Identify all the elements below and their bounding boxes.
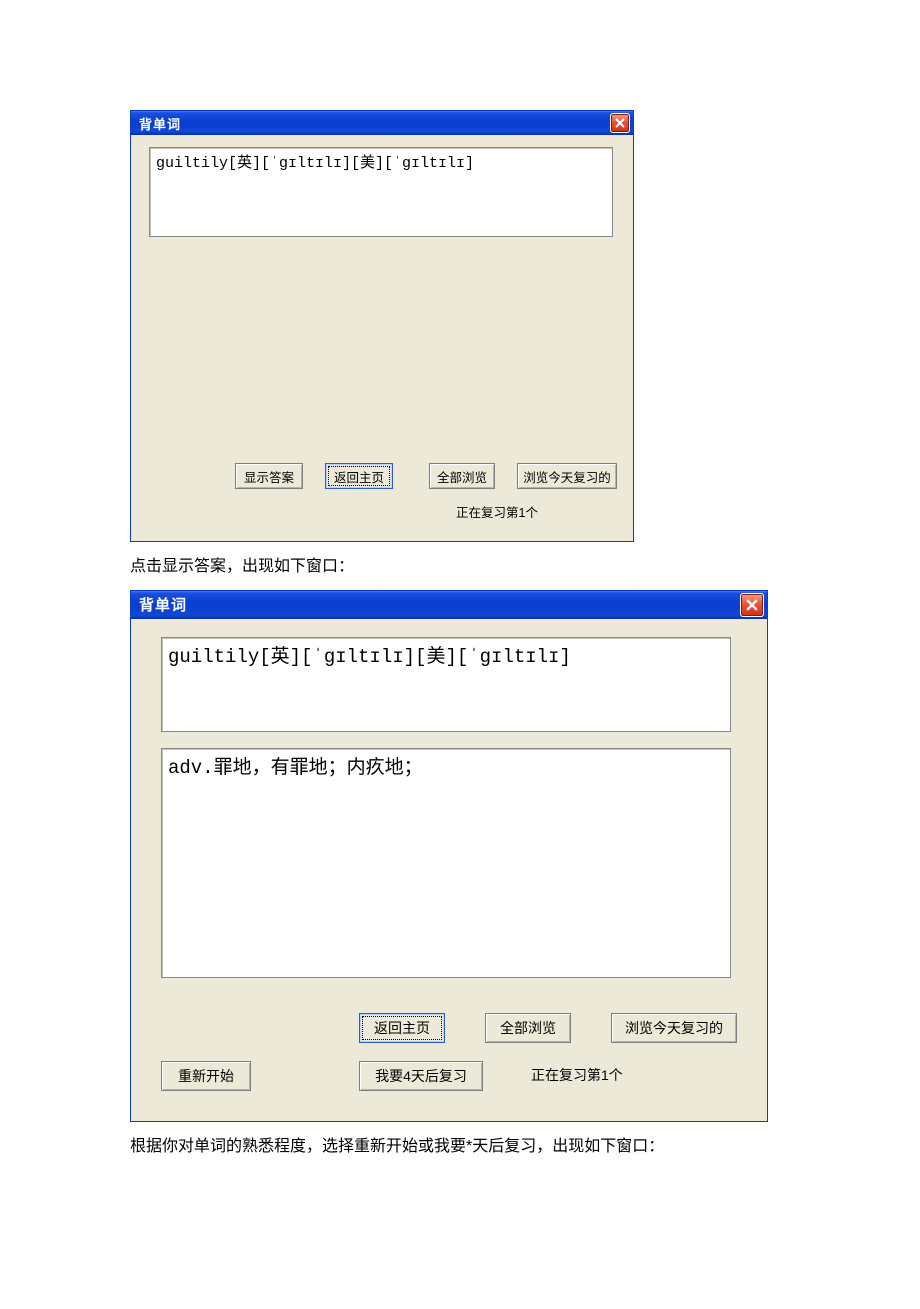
browse-today-button[interactable]: 浏览今天复习的 — [517, 463, 617, 489]
vocab-window-1: 背单词 guiltily[英][ˈɡɪltɪlɪ][美][ˈɡɪltɪlɪ] 显… — [130, 110, 634, 542]
caption-2: 根据你对单词的熟悉程度，选择重新开始或我要*天后复习，出现如下窗口： — [130, 1134, 790, 1160]
close-icon[interactable] — [740, 593, 764, 617]
titlebar[interactable]: 背单词 — [131, 591, 767, 619]
window-title: 背单词 — [139, 114, 181, 133]
window-title: 背单词 — [139, 594, 187, 615]
status-text: 正在复习第1个 — [531, 1065, 623, 1085]
titlebar[interactable]: 背单词 — [131, 111, 633, 135]
back-home-button[interactable]: 返回主页 — [325, 463, 393, 489]
vocab-window-2: 背单词 guiltily[英][ˈɡɪltɪlɪ][美][ˈɡɪltɪlɪ] a… — [130, 590, 768, 1122]
question-textbox[interactable]: guiltily[英][ˈɡɪltɪlɪ][美][ˈɡɪltɪlɪ] — [161, 637, 731, 732]
browse-all-button[interactable]: 全部浏览 — [429, 463, 495, 489]
review-later-button[interactable]: 我要4天后复习 — [359, 1061, 483, 1091]
answer-textbox[interactable]: adv.罪地，有罪地；内疚地； — [161, 748, 731, 978]
restart-button[interactable]: 重新开始 — [161, 1061, 251, 1091]
question-textbox[interactable]: guiltily[英][ˈɡɪltɪlɪ][美][ˈɡɪltɪlɪ] — [149, 147, 613, 237]
browse-all-button[interactable]: 全部浏览 — [485, 1013, 571, 1043]
status-text: 正在复习第1个 — [456, 502, 538, 521]
client-area: guiltily[英][ˈɡɪltɪlɪ][美][ˈɡɪltɪlɪ] adv.罪… — [131, 619, 767, 1121]
browse-today-button[interactable]: 浏览今天复习的 — [611, 1013, 737, 1043]
show-answer-button[interactable]: 显示答案 — [235, 463, 303, 489]
back-home-button[interactable]: 返回主页 — [359, 1013, 445, 1043]
close-icon[interactable] — [610, 113, 630, 133]
caption-1: 点击显示答案，出现如下窗口： — [130, 554, 790, 580]
client-area: guiltily[英][ˈɡɪltɪlɪ][美][ˈɡɪltɪlɪ] 显示答案 … — [131, 135, 633, 541]
